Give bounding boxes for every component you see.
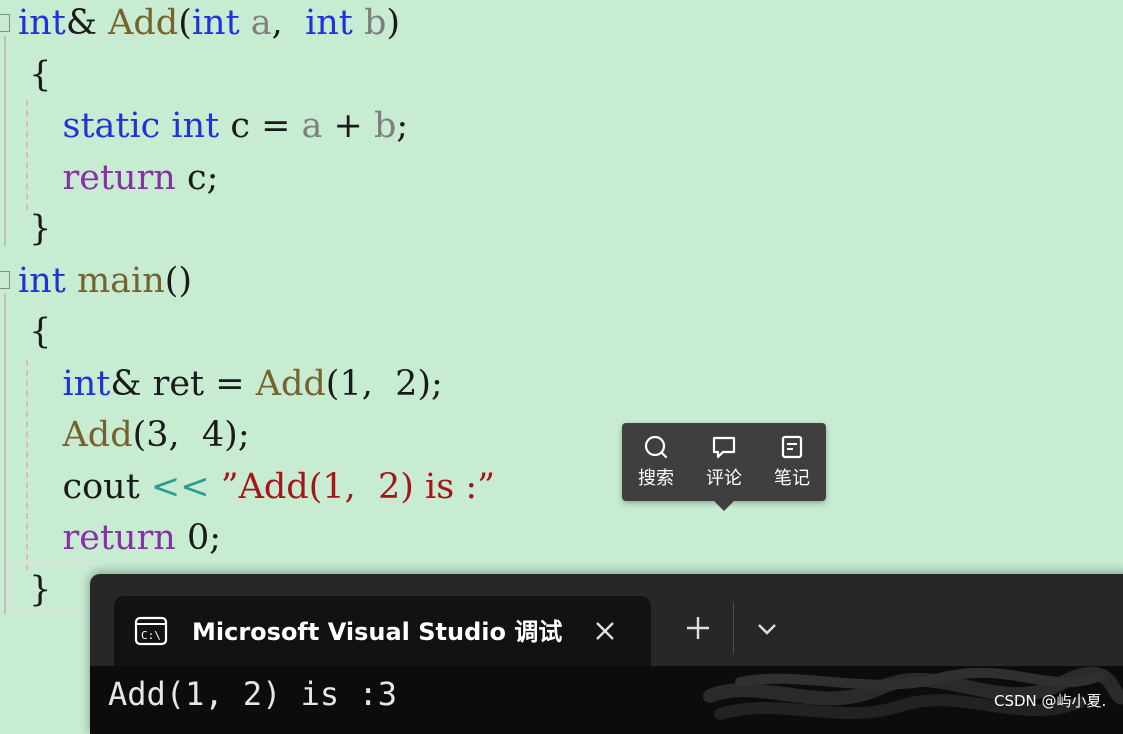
fold-marker[interactable] <box>0 14 10 32</box>
terminal-tab[interactable]: C:\ Microsoft Visual Studio 调试控制台 <box>114 596 651 666</box>
terminal-window: C:\ Microsoft Visual Studio 调试控制台 Add(1,… <box>90 574 1123 734</box>
code-token: a <box>301 106 323 146</box>
code-token: ) <box>386 3 401 43</box>
code-line[interactable]: return c; <box>18 152 219 204</box>
code-token: Add <box>108 3 179 43</box>
code-token: cout <box>18 466 151 507</box>
comment-label: 评论 <box>706 468 742 489</box>
code-token: c = <box>219 106 302 146</box>
code-token: (3, 4); <box>132 415 250 455</box>
chevron-down-icon[interactable] <box>754 616 780 642</box>
code-token: + <box>322 106 374 146</box>
code-token: return <box>62 157 176 198</box>
tab-title: Microsoft Visual Studio 调试控制台 <box>192 618 562 646</box>
code-line[interactable]: int main() <box>18 255 192 307</box>
plus-icon[interactable] <box>684 614 712 642</box>
svg-text:C:\: C:\ <box>141 629 161 642</box>
watermark: CSDN @屿小夏. <box>994 692 1107 710</box>
code-token: (1, 2); <box>325 363 443 404</box>
search-action[interactable]: 搜索 <box>626 434 686 490</box>
code-token: } <box>18 209 52 249</box>
code-token: static <box>62 106 161 146</box>
comment-action[interactable]: 评论 <box>694 434 754 490</box>
current-line-highlight <box>10 563 100 613</box>
code-token: int <box>305 3 353 43</box>
code-line[interactable]: int& ret = Add(1, 2); <box>18 358 443 410</box>
code-token: int <box>18 3 66 43</box>
code-token: main <box>76 260 165 301</box>
code-line[interactable]: { <box>18 306 51 358</box>
note-action[interactable]: 笔记 <box>762 434 822 490</box>
code-token: ”Add(1, 2) is :” <box>220 466 496 507</box>
code-line[interactable]: } <box>18 203 51 255</box>
code-token: ( <box>178 3 192 43</box>
tab-separator <box>733 602 734 654</box>
close-icon[interactable] <box>590 616 620 646</box>
fold-marker[interactable] <box>0 271 10 289</box>
code-line[interactable]: { <box>18 49 51 101</box>
selection-popup: 搜索 评论 笔记 <box>622 423 826 511</box>
scope-guide <box>4 36 6 246</box>
code-token: ; <box>396 106 409 146</box>
code-token: & <box>65 3 109 43</box>
code-token: return <box>62 518 176 558</box>
code-token: () <box>164 260 193 301</box>
code-token: { <box>18 312 52 352</box>
code-line[interactable]: static int c = a + b; <box>18 100 409 152</box>
note-icon <box>781 435 803 459</box>
comment-icon <box>712 436 736 459</box>
search-label: 搜索 <box>638 468 674 489</box>
code-token: b <box>374 106 397 146</box>
code-token: { <box>18 54 52 95</box>
code-token: int <box>171 106 220 146</box>
code-token: int <box>62 363 111 404</box>
code-token: 0; <box>175 518 222 558</box>
note-label: 笔记 <box>774 468 810 489</box>
code-token: & ret = <box>110 363 256 404</box>
search-icon <box>644 435 668 459</box>
code-token: int <box>191 3 240 43</box>
code-token: int <box>18 260 66 301</box>
code-token: << <box>150 466 210 507</box>
code-token: c; <box>175 157 219 198</box>
code-line[interactable]: Add(3, 4); <box>18 409 250 461</box>
console-icon: C:\ <box>134 616 168 646</box>
terminal-output: Add(1, 2) is :3 <box>108 675 397 713</box>
code-token: Add <box>255 363 326 404</box>
code-token: a <box>250 3 272 43</box>
code-line[interactable]: int& Add(int a, int b) <box>18 0 400 49</box>
terminal-body[interactable]: Add(1, 2) is :3 <box>90 666 1123 734</box>
code-line[interactable]: return 0; <box>18 512 222 564</box>
code-token: b <box>364 3 387 43</box>
code-token: Add <box>62 415 133 455</box>
scope-guide <box>4 294 6 614</box>
code-token: , <box>271 3 306 43</box>
